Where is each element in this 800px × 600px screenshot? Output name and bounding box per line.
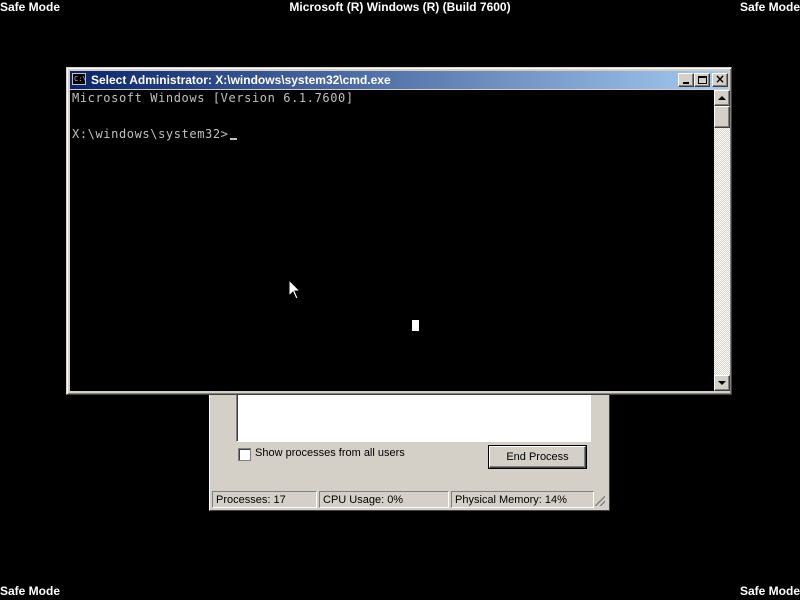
minimize-icon [683,82,689,84]
cmd-icon[interactable]: C:\ [72,73,87,85]
console-prompt-line: X:\windows\system32> [72,128,237,140]
cmd-title-bar[interactable]: C:\ Select Administrator: X:\windows\sys… [70,71,728,89]
scroll-thumb[interactable] [714,106,730,128]
end-process-button[interactable]: End Process [489,446,586,468]
process-list[interactable] [236,395,591,442]
mouse-pointer-icon [288,279,302,300]
cmd-window-title: Select Administrator: X:\windows\system3… [91,73,391,87]
scroll-up-button[interactable] [714,90,730,106]
console-area[interactable]: Microsoft Windows [Version 6.1.7600] X:\… [70,90,714,391]
arrow-down-icon [718,381,726,385]
close-icon: × [714,72,726,86]
cmd-icon-glyph: C:\ [74,75,87,83]
task-manager-window: Show processes from all users End Proces… [209,390,610,511]
arrow-up-icon [718,96,726,100]
maximize-icon [698,76,707,84]
block-cursor [412,320,419,331]
minimize-button[interactable] [678,73,694,87]
maximize-button[interactable] [694,73,710,87]
vertical-scrollbar[interactable] [714,90,730,391]
show-all-users-checkbox[interactable] [238,448,251,461]
text-cursor [229,138,237,140]
console-version-line: Microsoft Windows [Version 6.1.7600] [72,91,354,105]
resize-grip-icon[interactable] [595,496,605,506]
status-processes: Processes: 17 [212,491,317,508]
status-cpu-usage: CPU Usage: 0% [319,491,449,508]
console-prompt: X:\windows\system32> [72,127,229,141]
safe-mode-label-top-right: Safe Mode [739,0,800,14]
close-button[interactable]: × [712,73,728,87]
status-bar: Processes: 17 CPU Usage: 0% Physical Mem… [212,491,607,508]
safe-mode-label-bottom-right: Safe Mode [739,584,800,598]
status-physical-memory: Physical Memory: 14% [451,491,594,508]
show-all-users-label[interactable]: Show processes from all users [255,447,405,459]
scroll-down-button[interactable] [714,375,730,391]
safe-mode-label-bottom-left: Safe Mode [0,584,61,598]
build-info-text: Microsoft (R) Windows (R) (Build 7600) [289,0,511,14]
cmd-window: C:\ Select Administrator: X:\windows\sys… [66,67,732,395]
